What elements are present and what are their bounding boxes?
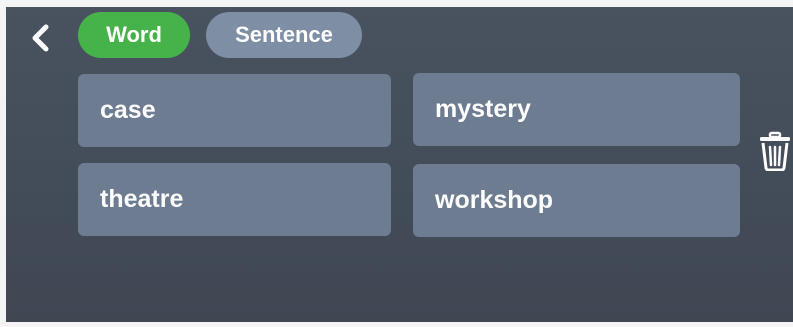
tab-sentence-label: Sentence <box>235 22 333 47</box>
tab-word[interactable]: Word <box>78 12 190 58</box>
delete-button[interactable] <box>758 131 792 171</box>
word-card[interactable]: mystery <box>413 73 740 146</box>
tab-word-label: Word <box>106 22 162 47</box>
word-card[interactable]: workshop <box>413 164 740 237</box>
word-card[interactable]: theatre <box>78 163 391 236</box>
trash-icon <box>760 131 790 171</box>
back-button[interactable] <box>28 23 54 53</box>
word-card-label: case <box>100 96 156 124</box>
chevron-left-icon <box>32 24 49 52</box>
tab-sentence[interactable]: Sentence <box>206 12 362 58</box>
word-card-label: mystery <box>435 95 531 123</box>
word-list-screen: Word Sentence case mystery theatre works… <box>6 7 793 322</box>
word-card-label: theatre <box>100 185 184 213</box>
word-card[interactable]: case <box>78 74 391 147</box>
word-card-label: workshop <box>435 186 554 214</box>
